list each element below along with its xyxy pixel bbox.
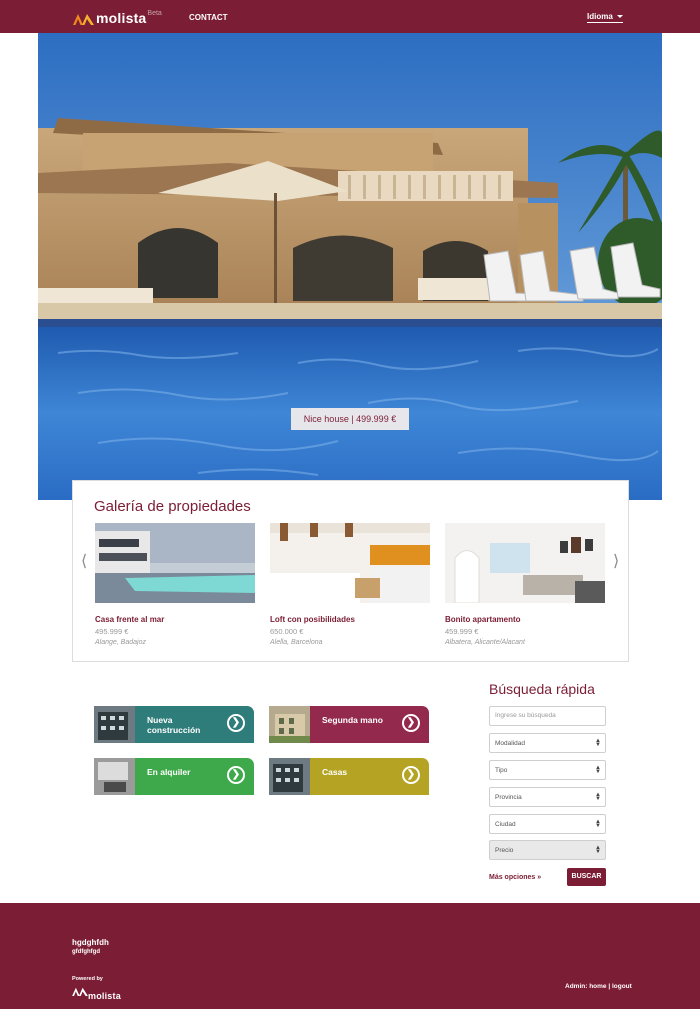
category-thumbnail [94,706,135,743]
property-gallery: Galería de propiedades ⟨ ⟩ Casa frente a… [72,480,629,662]
category-rental[interactable]: En alquiler ❯ [94,758,254,795]
category-label: Nueva construcción ❯ [135,706,254,743]
category-label-line2: construcción [147,725,201,735]
category-label: Casas ❯ [310,758,429,795]
hero-caption[interactable]: Nice house | 499.999 € [291,408,409,430]
footer-logo[interactable]: molista [72,983,121,1001]
category-houses[interactable]: Casas ❯ [269,758,429,795]
powered-by-label: Powered by [72,976,103,982]
property-card[interactable]: Casa frente al mar 495.999 € Alange, Bad… [95,523,255,646]
category-thumbnail [94,758,135,795]
category-new-construction[interactable]: Nueva construcción ❯ [94,706,254,743]
arrow-right-circle-icon[interactable]: ❯ [227,766,245,784]
caret-down-icon [616,15,623,18]
property-thumbnail[interactable] [95,523,255,603]
select-price[interactable]: Precio ▲ ▼ [489,840,606,860]
category-label: Segunda mano ❯ [310,706,429,743]
category-thumbnail [269,758,310,795]
arrow-right-circle-icon[interactable]: ❯ [227,714,245,732]
property-price: 650.000 € [270,627,304,636]
quick-search-title: Búsqueda rápida [489,681,595,697]
arrow-right-circle-icon[interactable]: ❯ [402,766,420,784]
category-label-line1: En alquiler [147,767,191,777]
molista-logo-icon [72,983,88,1001]
select-value: Precio [495,847,514,854]
property-card[interactable]: Bonito apartamento 459.999 € Albatera, A… [445,523,605,646]
property-title[interactable]: Bonito apartamento [445,615,605,624]
property-thumbnail[interactable] [270,523,430,603]
admin-links[interactable]: Admin: home | logout [565,983,632,990]
chevron-left-icon[interactable]: ⟨ [81,551,87,571]
molista-logo-icon [73,13,94,25]
category-thumbnail [269,706,310,743]
select-value: Modalidad [495,740,525,747]
top-navbar: molista Beta CONTACT Idioma [0,0,700,33]
select-arrows-icon: ▲ ▼ [595,738,601,748]
chevron-right-icon[interactable]: ⟩ [613,551,619,571]
language-label: Idioma [587,12,613,21]
select-arrows-icon: ▲ ▼ [595,792,601,802]
footer: hgdghfdh gfdfghfgd Powered by molista Ad… [0,903,700,1009]
footer-brand-name: molista [88,991,121,1001]
select-type[interactable]: Tipo ▲ ▼ [489,760,606,780]
select-province[interactable]: Provincia ▲ ▼ [489,787,606,807]
footer-site-subtitle: gfdfghfgd [72,949,100,955]
category-label-line1: Segunda mano [322,715,383,725]
property-location: Alella, Barcelona [270,639,323,646]
footer-site-name: hgdghfdh [72,938,109,947]
category-label-line1: Nueva [147,715,173,725]
category-label: En alquiler ❯ [135,758,254,795]
select-modality[interactable]: Modalidad ▲ ▼ [489,733,606,753]
property-price: 459.999 € [445,627,479,636]
search-button[interactable]: BUSCAR [567,868,606,886]
property-location: Albatera, Alicante/Alacant [445,639,525,646]
more-options-link[interactable]: Más opciones » [489,874,541,881]
select-arrows-icon: ▲ ▼ [595,765,601,775]
property-title[interactable]: Loft con posibilidades [270,615,430,624]
search-input[interactable]: Ingrese su búsqueda [489,706,606,726]
arrow-right-circle-icon[interactable]: ❯ [402,714,420,732]
beta-badge: Beta [147,10,162,17]
hero-banner[interactable]: Nice house | 499.999 € [38,33,662,500]
select-arrows-icon: ▲ ▼ [595,819,601,829]
select-value: Ciudad [495,821,516,828]
category-label-line1: Casas [322,767,348,777]
property-thumbnail[interactable] [445,523,605,603]
property-price: 495.999 € [95,627,129,636]
gallery-title: Galería de propiedades [94,498,251,515]
brand-logo[interactable]: molista Beta [73,9,162,25]
brand-name: molista [96,10,147,26]
select-arrows-icon: ▲ ▼ [595,845,601,855]
property-title[interactable]: Casa frente al mar [95,615,255,624]
select-value: Provincia [495,794,522,801]
category-second-hand[interactable]: Segunda mano ❯ [269,706,429,743]
select-value: Tipo [495,767,508,774]
property-location: Alange, Badajoz [95,639,146,646]
nav-contact-link[interactable]: CONTACT [189,13,228,22]
language-dropdown[interactable]: Idioma [587,12,623,23]
search-placeholder: Ingrese su búsqueda [495,712,556,719]
select-city[interactable]: Ciudad ▲ ▼ [489,814,606,834]
property-card[interactable]: Loft con posibilidades 650.000 € Alella,… [270,523,430,646]
